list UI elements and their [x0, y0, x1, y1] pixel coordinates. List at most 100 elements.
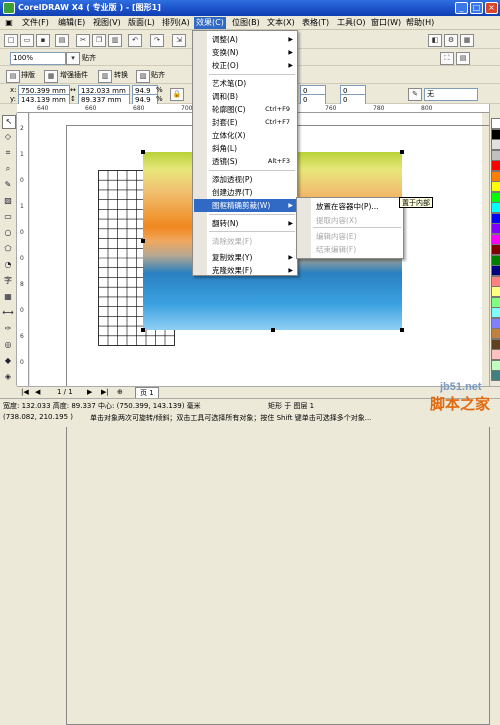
- effects-menu-item[interactable]: 变换(N) ▶: [194, 46, 296, 59]
- color-swatch[interactable]: [491, 275, 500, 287]
- color-swatch[interactable]: [491, 296, 500, 308]
- eyedropper-tool-icon[interactable]: ✑: [2, 323, 14, 335]
- color-swatch[interactable]: [491, 128, 500, 140]
- selection-handle[interactable]: [141, 239, 145, 243]
- menu-bitmaps[interactable]: 位图(B): [230, 17, 262, 29]
- zoom-dropdown-icon[interactable]: ▾: [66, 52, 80, 65]
- shape-tool-icon[interactable]: ◇: [2, 131, 14, 143]
- last-page-icon[interactable]: ▶|: [101, 388, 109, 396]
- color-swatch[interactable]: [491, 307, 500, 318]
- effects-menu-item[interactable]: 立体化(X): [194, 129, 296, 142]
- effects-menu-item[interactable]: 轮廓图(C) Ctrl+F9: [194, 103, 296, 116]
- outline-pen-icon[interactable]: ✎: [408, 88, 422, 101]
- basic-shapes-icon[interactable]: ◔: [2, 259, 14, 271]
- menu-tools[interactable]: 工具(O): [335, 17, 368, 29]
- effects-menu-item[interactable]: 添加透视(P): [194, 173, 296, 186]
- effects-menu-item[interactable]: 透镜(S) Alt+F3: [194, 155, 296, 168]
- add-page-icon[interactable]: ⊕: [117, 388, 123, 396]
- color-swatch[interactable]: [491, 139, 500, 150]
- selection-handle[interactable]: [271, 328, 275, 332]
- color-swatch[interactable]: [491, 191, 500, 203]
- next-page-icon[interactable]: ▶: [87, 388, 92, 396]
- menu-arrange[interactable]: 排列(A): [160, 17, 192, 29]
- color-swatch[interactable]: [491, 359, 500, 371]
- powerclip-menu-item[interactable]: 结束编辑(F): [298, 243, 402, 256]
- dimension-tool-icon[interactable]: ⟷: [2, 307, 14, 319]
- effects-menu-item[interactable]: 调和(B): [194, 90, 296, 103]
- color-swatch[interactable]: [491, 160, 500, 171]
- color-swatch[interactable]: [491, 170, 500, 182]
- fill-tool-icon[interactable]: ◆: [2, 355, 14, 367]
- color-swatch[interactable]: [491, 233, 500, 245]
- color-swatch[interactable]: [491, 202, 500, 213]
- color-swatch[interactable]: [491, 254, 500, 266]
- effects-menu-item[interactable]: 创建边界(T): [194, 186, 296, 199]
- first-page-icon[interactable]: |◀: [21, 388, 29, 396]
- freehand-tool-icon[interactable]: ✎: [2, 179, 14, 191]
- color-swatch[interactable]: [491, 149, 500, 161]
- snap-tab-icon[interactable]: ▧: [136, 70, 150, 83]
- effects-menu-item[interactable]: 克隆效果(F) ▶: [194, 264, 296, 277]
- powerclip-menu-item[interactable]: 放置在容器中(P)...: [298, 200, 402, 213]
- color-swatch[interactable]: [491, 181, 500, 192]
- color-swatch[interactable]: [491, 244, 500, 255]
- menu-view[interactable]: 视图(V): [91, 17, 123, 29]
- imposition-icon[interactable]: ▤: [6, 70, 20, 83]
- menu-layout[interactable]: 版面(L): [126, 17, 157, 29]
- color-swatch[interactable]: [491, 328, 500, 339]
- selection-handle[interactable]: [141, 150, 145, 154]
- color-swatch[interactable]: [491, 338, 500, 350]
- color-swatch[interactable]: [491, 286, 500, 297]
- open-icon[interactable]: ▭: [20, 34, 34, 47]
- redo-icon[interactable]: ↷: [150, 34, 164, 47]
- zoom-tool-icon[interactable]: ⌕: [2, 163, 14, 175]
- effects-menu-item[interactable]: 翻转(N) ▶: [194, 217, 296, 230]
- menu-edit[interactable]: 编辑(E): [56, 17, 87, 29]
- effects-menu-item[interactable]: 艺术笔(D): [194, 77, 296, 90]
- crop-tool-icon[interactable]: ⌗: [2, 147, 14, 159]
- lock-ratio-icon[interactable]: 🔒: [170, 88, 184, 101]
- minimize-button[interactable]: _: [455, 2, 468, 14]
- pick-tool-icon[interactable]: ↖: [2, 115, 16, 129]
- ellipse-tool-icon[interactable]: ○: [2, 227, 14, 239]
- rectangle-tool-icon[interactable]: ▭: [2, 211, 14, 223]
- import-icon[interactable]: ⇲: [172, 34, 186, 47]
- prev-page-icon[interactable]: ◀: [35, 388, 40, 396]
- tab-snap[interactable]: 贴齐: [151, 70, 165, 80]
- polygon-tool-icon[interactable]: ⬠: [2, 243, 14, 255]
- effects-menu-item[interactable]: 清除效果(F): [194, 235, 296, 248]
- menu-effects[interactable]: 效果(C): [194, 17, 226, 29]
- menu-help[interactable]: 帮助(H): [404, 17, 436, 29]
- menu-text[interactable]: 文本(X): [265, 17, 297, 29]
- effects-menu-item[interactable]: 封套(E) Ctrl+F7: [194, 116, 296, 129]
- tab-convert[interactable]: 转换: [114, 70, 128, 80]
- color-swatch[interactable]: [491, 118, 500, 129]
- color-swatch[interactable]: [491, 349, 500, 360]
- color-swatch[interactable]: [491, 212, 500, 224]
- selection-handle[interactable]: [400, 150, 404, 154]
- copy-icon[interactable]: ❐: [92, 34, 106, 47]
- maximize-button[interactable]: □: [470, 2, 483, 14]
- effects-menu-item[interactable]: 斜角(L): [194, 142, 296, 155]
- effects-menu-item[interactable]: 调整(A) ▶: [194, 33, 296, 46]
- outline-width-select[interactable]: 无: [424, 88, 478, 101]
- menu-table[interactable]: 表格(T): [300, 17, 331, 29]
- effects-menu-item[interactable]: 图框精确剪裁(W) ▶: [194, 199, 296, 212]
- effects-menu-item[interactable]: 校正(O) ▶: [194, 59, 296, 72]
- full-screen-icon[interactable]: ⛶: [440, 52, 454, 65]
- application-launcher-icon[interactable]: ▦: [460, 34, 474, 47]
- options-icon[interactable]: ⚙: [444, 34, 458, 47]
- convert-icon[interactable]: ▥: [98, 70, 112, 83]
- paste-icon[interactable]: ▥: [108, 34, 122, 47]
- zoom-level-field[interactable]: 100%: [10, 52, 66, 65]
- tab-enhanced-plugins[interactable]: 增强插件: [60, 70, 88, 80]
- color-swatch[interactable]: [491, 370, 500, 381]
- outline-tool-icon[interactable]: ◎: [2, 339, 14, 351]
- color-swatch[interactable]: [491, 317, 500, 329]
- print-icon[interactable]: ▤: [55, 34, 69, 47]
- view-manager-icon[interactable]: ▤: [456, 52, 470, 65]
- new-document-icon[interactable]: □: [4, 34, 18, 47]
- color-swatch[interactable]: [491, 265, 500, 276]
- welcome-icon[interactable]: ◧: [428, 34, 442, 47]
- effects-menu-item[interactable]: 复制效果(Y) ▶: [194, 251, 296, 264]
